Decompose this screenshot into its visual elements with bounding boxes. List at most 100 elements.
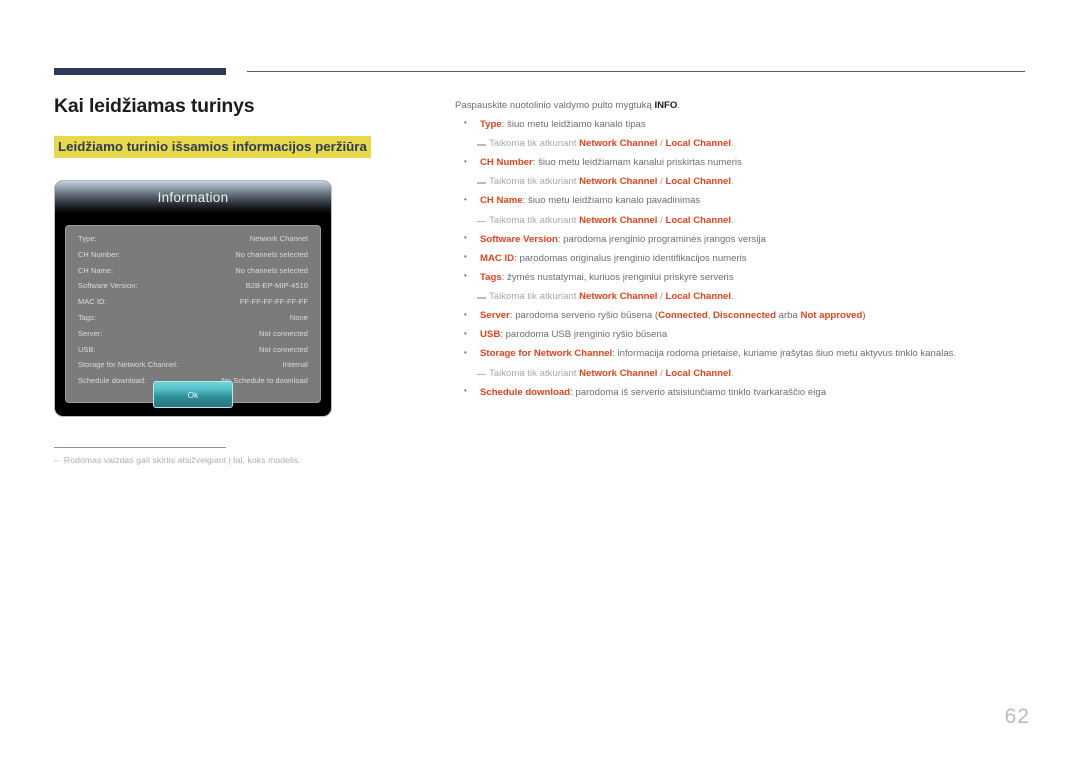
local-channel-label: Local Channel xyxy=(665,176,732,188)
dialog-row-value: Network Channel xyxy=(249,234,308,244)
dialog-row-value: Not connected xyxy=(259,328,308,338)
dialog-row: CH Number: No channels selected xyxy=(78,249,308,259)
info-field-description: : parodoma įrenginio programinės įrangos… xyxy=(557,233,766,245)
info-field-label: Schedule download xyxy=(480,386,571,398)
footnote-dash: – xyxy=(54,455,59,465)
dialog-titlebar: Information xyxy=(55,181,331,214)
applies-suffix: . xyxy=(731,176,734,188)
header-rule xyxy=(247,71,1025,72)
dialog-row-key: USB: xyxy=(78,344,96,354)
info-field-label: CH Name xyxy=(480,195,523,207)
dialog-row-key: Tags: xyxy=(78,313,97,323)
local-channel-label: Local Channel xyxy=(665,138,732,150)
applies-suffix: . xyxy=(731,291,734,303)
applies-prefix: Taikoma tik atkuriant xyxy=(489,291,580,303)
dialog-row-value: B2B-EP-MIP-4510 xyxy=(245,281,308,291)
local-channel-label: Local Channel xyxy=(665,291,732,303)
info-field-description: : parodoma USB įrenginio ryšio būsena xyxy=(500,329,668,341)
intro-text-before: Paspauskite nuotolinio valdymo pulto myg… xyxy=(455,100,655,111)
dialog-row: Software Version: B2B-EP-MIP-4510 xyxy=(78,281,308,291)
page-title: Kai leidžiamas turinys xyxy=(54,95,255,117)
dialog-row: CH Name: No channels selected xyxy=(78,265,308,275)
applies-suffix: . xyxy=(731,138,734,150)
info-field-item: CH Name: šiuo metu leidžiamo kanalo pava… xyxy=(455,195,1030,208)
applies-note: Taikoma tik atkuriant Network Channel / … xyxy=(455,215,1030,228)
applies-prefix: Taikoma tik atkuriant xyxy=(489,176,580,188)
network-channel-label: Network Channel xyxy=(579,138,658,150)
applies-suffix: . xyxy=(731,367,734,379)
network-channel-label: Network Channel xyxy=(579,291,658,303)
dialog-row: Server: Not connected xyxy=(78,328,308,338)
dialog-row-key: CH Number: xyxy=(78,249,121,259)
dialog-row-key: CH Name: xyxy=(78,265,114,275)
info-field-item: Server: parodoma serverio ryšio būsena (… xyxy=(455,310,1030,323)
info-field-description: : parodoma iš serverio atsisiunčiamo tin… xyxy=(570,386,827,398)
dialog-row-key: Type: xyxy=(78,234,97,244)
dialog-row: Type: Network Channel xyxy=(78,234,308,244)
applies-prefix: Taikoma tik atkuriant xyxy=(489,138,580,150)
applies-suffix: . xyxy=(731,214,734,226)
info-field-label: CH Number xyxy=(480,157,533,169)
section-subtitle: Leidžiamo turinio išsamios informacijos … xyxy=(54,136,371,159)
dialog-row-key: MAC ID: xyxy=(78,297,107,307)
applies-prefix: Taikoma tik atkuriant xyxy=(489,214,580,226)
info-field-description: : žymės nustatymai, kuriuos įrenginiui p… xyxy=(501,271,734,283)
information-dialog: Information Type: Network Channel CH Numbe… xyxy=(54,180,332,418)
info-field-label: MAC ID xyxy=(480,252,515,264)
info-field-label: Storage for Network Channel xyxy=(480,348,613,360)
left-column: Kai leidžiamas turinys Leidžiamo turinio… xyxy=(54,95,424,418)
footnote-rule xyxy=(54,447,226,448)
info-field-item: Storage for Network Channel: informacija… xyxy=(455,348,1030,361)
dialog-row-value: No channels selected xyxy=(235,265,308,275)
info-field-item: Software Version: parodoma įrenginio pro… xyxy=(455,233,1030,247)
dialog-body: Type: Network Channel CH Number: No channel… xyxy=(65,225,321,409)
header-accent-bar xyxy=(54,68,226,75)
state-or: arba xyxy=(775,310,801,322)
dialog-row-value: FF-FF-FF-FF-FF-FF xyxy=(239,297,308,307)
info-field-item: Tags: žymės nustatymai, kuriuos įrengini… xyxy=(455,271,1030,285)
info-field-label: Software Version xyxy=(480,233,558,245)
info-field-description: : parodoma serverio ryšio būsena ( xyxy=(509,310,659,322)
applies-note: Taikoma tik atkuriant Network Channel / … xyxy=(455,176,1030,189)
info-field-label: Tags xyxy=(480,271,502,283)
network-channel-label: Network Channel xyxy=(579,367,658,379)
dialog-ok-wrapper: Ok xyxy=(66,381,320,409)
dialog-row-value: Not connected xyxy=(259,344,308,354)
section-subtitle-wrapper: Leidžiamo turinio išsamios informacijos … xyxy=(54,136,424,159)
state-connected: Connected xyxy=(658,310,708,322)
info-field-item: CH Number: šiuo metu leidžiamam kanalui … xyxy=(455,157,1030,170)
dialog-row-key: Software Version: xyxy=(78,281,138,291)
dialog-title-separator xyxy=(55,213,331,226)
info-field-description: : šiuo metu leidžiamo kanalo pavadinimas xyxy=(522,195,701,207)
right-column: Paspauskite nuotolinio valdymo pulto myg… xyxy=(455,100,1030,406)
applies-note: Taikoma tik atkuriant Network Channel / … xyxy=(455,368,1030,381)
info-field-label: Type xyxy=(480,118,502,130)
dialog-title: Information xyxy=(157,189,229,205)
info-button-label: INFO xyxy=(654,100,678,111)
dialog-row: MAC ID: FF-FF-FF-FF-FF-FF xyxy=(78,297,308,307)
dialog-row: Tags: None xyxy=(78,313,308,323)
footnote-text: Rodomas vaizdas gali skirtis atsižvelgia… xyxy=(63,455,301,465)
local-channel-label: Local Channel xyxy=(665,367,732,379)
info-field-description: : šiuo metu leidžiamam kanalui priskirta… xyxy=(532,157,742,169)
info-field-item: Schedule download: parodoma iš serverio … xyxy=(455,386,1030,400)
network-channel-label: Network Channel xyxy=(579,176,658,188)
state-close-paren: ) xyxy=(862,310,866,322)
info-field-label: USB xyxy=(480,329,501,341)
state-disconnected: Disconnected xyxy=(713,310,776,322)
dialog-row-value: No channels selected xyxy=(235,249,308,259)
dialog-row-key: Server: xyxy=(78,328,103,338)
dialog-row-value: Internal xyxy=(282,360,308,370)
local-channel-label: Local Channel xyxy=(665,214,732,226)
network-channel-label: Network Channel xyxy=(579,214,658,226)
state-not-approved: Not approved xyxy=(800,310,863,322)
applies-note: Taikoma tik atkuriant Network Channel / … xyxy=(455,291,1030,304)
dialog-ok-button[interactable]: Ok xyxy=(153,381,233,409)
info-field-list: Type: šiuo metu leidžiamo kanalo tipas Ta… xyxy=(455,118,1030,400)
info-field-item: Type: šiuo metu leidžiamo kanalo tipas xyxy=(455,118,1030,132)
info-field-label: Server xyxy=(480,310,510,322)
footnote: – Rodomas vaizdas gali skirtis atsižvelgi… xyxy=(54,455,474,465)
info-field-item: MAC ID: parodomas originalus įrenginio i… xyxy=(455,252,1030,266)
intro-paragraph: Paspauskite nuotolinio valdymo pulto myg… xyxy=(455,100,1030,113)
page-number: 62 xyxy=(1004,705,1030,728)
